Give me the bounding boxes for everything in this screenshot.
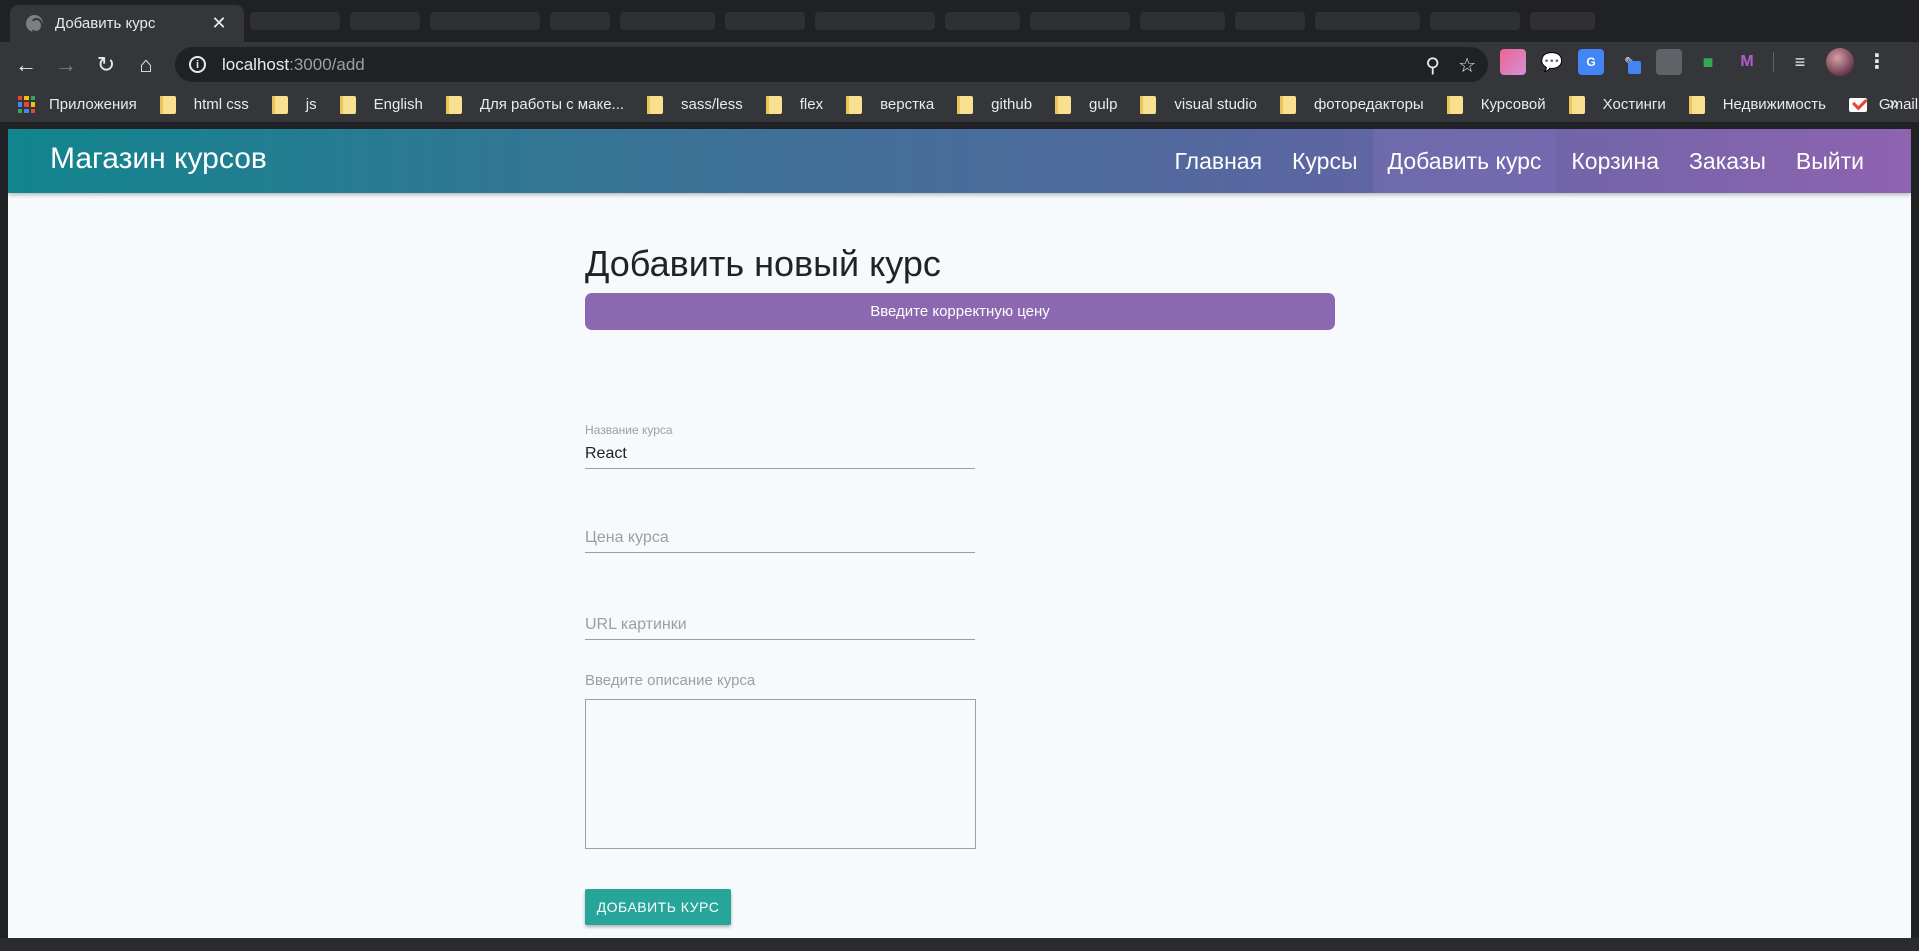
extension-grid-icon[interactable]	[1656, 49, 1682, 75]
folder-icon	[765, 95, 782, 114]
course-description-label: Введите описание курса	[585, 672, 756, 689]
url-path: :3000/add	[289, 54, 365, 74]
bookmark-item[interactable]: Для работы с маке...	[445, 95, 625, 114]
window-bottom-frame	[0, 938, 1919, 951]
folder-icon	[159, 95, 176, 114]
bookmark-item[interactable]: html css	[159, 95, 249, 114]
folder-icon	[1055, 95, 1072, 114]
globe-icon	[26, 15, 43, 33]
bookmark-item[interactable]: gulp	[1055, 95, 1118, 114]
nav-link[interactable]: Корзина	[1556, 129, 1674, 193]
extension-chat-icon[interactable]: 💬	[1539, 49, 1565, 75]
nav-link[interactable]: Курсы	[1277, 129, 1372, 193]
folder-icon	[846, 95, 863, 114]
page-viewport: Магазин курсов Главная Курсы Добавить курс…	[8, 129, 1911, 938]
bookmark-label: фоторедакторы	[1313, 96, 1424, 113]
tab-close-icon[interactable]: ✕	[210, 13, 228, 34]
url-host: localhost	[222, 54, 290, 74]
bookmark-item[interactable]: Приложения	[18, 96, 137, 113]
extension-pen-icon[interactable]: ✎	[1617, 49, 1643, 75]
bookmark-label: html css	[193, 96, 249, 113]
info-icon[interactable]: i	[189, 56, 206, 73]
menu-dots-icon[interactable]: ⋮	[1867, 52, 1887, 72]
error-alert: Введите корректную цену	[585, 293, 1335, 330]
bookmark-item[interactable]: фоторедакторы	[1279, 95, 1424, 114]
nav-links: Главная Курсы Добавить курс Корзина Заказы Вы…	[1159, 129, 1879, 193]
course-image-url-input[interactable]	[585, 610, 975, 640]
reload-icon[interactable]: ↻	[86, 45, 126, 85]
bookmark-label: flex	[799, 96, 824, 113]
course-title-input[interactable]	[585, 439, 975, 469]
bookmark-item[interactable]: Gmail	[1848, 96, 1918, 113]
bookmark-label: Приложения	[49, 96, 137, 113]
home-icon[interactable]: ⌂	[126, 45, 166, 85]
course-title-label: Название курса	[585, 423, 673, 437]
folder-icon	[1568, 95, 1585, 114]
other-tabs-blurred	[250, 12, 1910, 32]
profile-avatar[interactable]	[1826, 48, 1854, 76]
bookmarks-overflow-icon[interactable]: »	[1889, 93, 1899, 114]
forward-arrow-icon[interactable]: →	[46, 45, 86, 85]
bookmark-item[interactable]: github	[957, 95, 1033, 114]
bookmark-item[interactable]: Хостинги	[1568, 95, 1666, 114]
bookmark-item[interactable]: js	[271, 95, 317, 114]
browser-tabstrip: Добавить курс ✕	[0, 0, 1919, 42]
extension-translate-icon[interactable]: G	[1578, 49, 1604, 75]
address-bar[interactable]: i localhost:3000/add ⚲ ☆	[175, 47, 1488, 82]
bookmark-label: visual studio	[1174, 96, 1257, 113]
extension-gradient-icon[interactable]	[1500, 49, 1526, 75]
bookmark-item[interactable]: верстка	[846, 95, 935, 114]
bookmark-label: верстка	[880, 96, 935, 113]
bookmark-item[interactable]: English	[339, 95, 423, 114]
zoom-icon[interactable]: ⚲	[1425, 53, 1440, 78]
page-title: Добавить новый курс	[585, 243, 941, 284]
nav-link[interactable]: Заказы	[1674, 129, 1781, 193]
folder-icon	[339, 95, 356, 114]
bookmark-label: sass/less	[681, 96, 743, 113]
folder-icon	[1446, 95, 1463, 114]
site-brand[interactable]: Магазин курсов	[50, 142, 267, 176]
apps-icon	[18, 96, 35, 113]
folder-icon	[1688, 95, 1705, 114]
add-course-button[interactable]: ДОБАВИТЬ КУРС	[585, 889, 731, 925]
folder-icon	[1140, 95, 1157, 114]
extensions-area: 💬 G ✎ ■ M ≡ ⋮	[1500, 48, 1887, 76]
browser-tab-active[interactable]: Добавить курс ✕	[10, 5, 244, 42]
browser-toolbar: ← → ↻ ⌂ i localhost:3000/add ⚲ ☆ 💬 G ✎ ■…	[0, 42, 1919, 87]
bookmark-item[interactable]: flex	[765, 95, 824, 114]
nav-link[interactable]: Добавить курс	[1372, 129, 1557, 193]
bookmark-star-icon[interactable]: ☆	[1458, 53, 1476, 78]
bookmark-label: js	[305, 96, 317, 113]
site-navbar: Магазин курсов Главная Курсы Добавить курс…	[8, 129, 1911, 193]
bookmark-item[interactable]: Курсовой	[1446, 95, 1546, 114]
nav-link[interactable]: Главная	[1159, 129, 1277, 193]
folder-icon	[1279, 95, 1296, 114]
course-price-input[interactable]	[585, 523, 975, 553]
bookmark-label: Для работы с маке...	[479, 96, 625, 113]
media-queue-icon[interactable]: ≡	[1787, 49, 1813, 75]
bookmark-label: github	[991, 96, 1033, 113]
bookmark-label: Курсовой	[1480, 96, 1546, 113]
bookmark-label: Недвижимость	[1722, 96, 1826, 113]
folder-icon	[271, 95, 288, 114]
nav-link[interactable]: Выйти	[1781, 129, 1879, 193]
bookmark-item[interactable]: sass/less	[647, 95, 743, 114]
folder-icon	[647, 95, 664, 114]
extension-m-icon[interactable]: M	[1734, 49, 1760, 75]
toolbar-separator	[1773, 52, 1774, 72]
course-description-textarea[interactable]	[585, 699, 976, 849]
bookmark-label: English	[373, 96, 423, 113]
back-arrow-icon[interactable]: ←	[6, 45, 46, 85]
folder-icon	[957, 95, 974, 114]
extension-puzzle-icon[interactable]: ■	[1695, 49, 1721, 75]
folder-icon	[445, 95, 462, 114]
bookmark-label: gulp	[1089, 96, 1118, 113]
tab-title: Добавить курс	[55, 15, 156, 32]
bookmark-item[interactable]: visual studio	[1140, 95, 1257, 114]
bookmark-label: Хостинги	[1602, 96, 1666, 113]
bookmark-item[interactable]: Недвижимость	[1688, 95, 1826, 114]
gmail-icon	[1848, 97, 1867, 112]
bookmarks-bar: Приложения html css js English Для работы с …	[0, 87, 1919, 122]
